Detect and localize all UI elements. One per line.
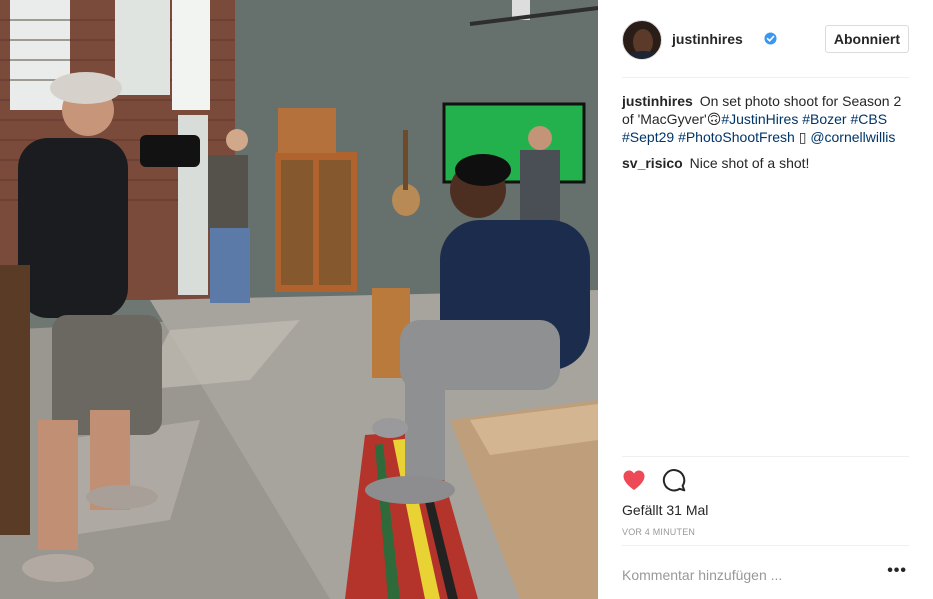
username-link[interactable]: justinhires: [672, 31, 743, 47]
post-photo[interactable]: [0, 0, 598, 599]
photo-scene: [0, 0, 598, 599]
avatar[interactable]: [622, 20, 662, 60]
comment-item: sv_risico Nice shot of a shot!: [622, 154, 912, 172]
heart-icon[interactable]: [622, 469, 646, 491]
verified-badge-icon: [764, 32, 777, 45]
likes-count[interactable]: Gefällt 31 Mal: [622, 502, 708, 518]
post-timestamp[interactable]: VOR 4 MINUTEN: [622, 527, 695, 537]
avatar-shirt: [627, 51, 659, 59]
ellipsis-icon[interactable]: •••: [887, 563, 907, 579]
comment-text: Nice shot of a shot!: [689, 155, 810, 171]
hashtag-link[interactable]: #JustinHires: [721, 111, 798, 127]
caption-author[interactable]: justinhires: [622, 93, 693, 109]
post-sidebar: justinhires Abonniert justinhires On set…: [598, 0, 933, 599]
post-header: justinhires Abonniert: [622, 18, 909, 78]
hashtag-link[interactable]: #Bozer: [802, 111, 846, 127]
add-comment-section: •••: [622, 545, 909, 599]
speech-bubble-icon[interactable]: [662, 468, 686, 492]
comment-input[interactable]: [622, 564, 872, 586]
hashtag-link[interactable]: #Sept29: [622, 129, 674, 145]
following-button[interactable]: Abonniert: [824, 25, 909, 53]
comments-list: justinhires On set photo shoot for Seaso…: [622, 92, 912, 180]
caption: justinhires On set photo shoot for Seaso…: [622, 92, 912, 146]
hashtag-link[interactable]: #PhotoShootFresh: [678, 129, 795, 145]
hashtag-link[interactable]: #CBS: [850, 111, 887, 127]
caption-emoji: 🙃: [706, 111, 722, 127]
mention-link[interactable]: @cornellwillis: [810, 129, 895, 145]
post-actions: Gefällt 31 Mal VOR 4 MINUTEN: [622, 456, 909, 546]
caption-missing-glyph: ▯: [798, 129, 807, 145]
comment-author[interactable]: sv_risico: [622, 155, 683, 171]
